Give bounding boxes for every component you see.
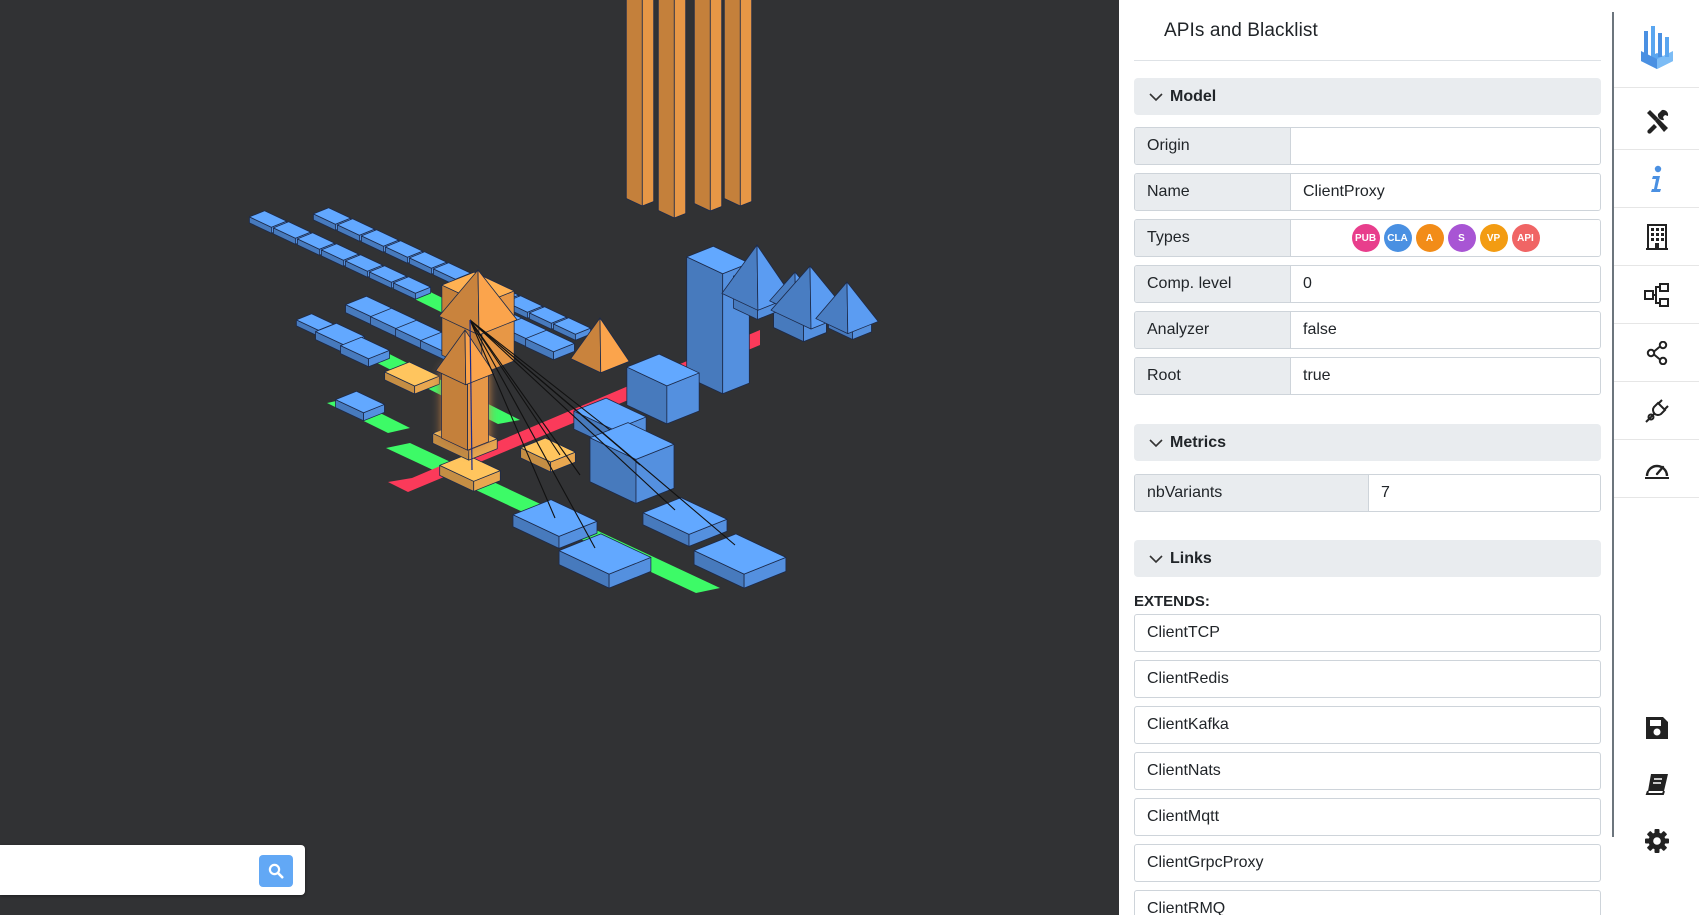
section-metrics-label: Metrics (1170, 433, 1227, 451)
row-value: 0 (1291, 266, 1600, 302)
plug-icon (1644, 398, 1669, 423)
class-building (589, 422, 675, 504)
save-icon (1645, 717, 1668, 739)
extends-link-item[interactable]: ClientGrpcProxy (1134, 844, 1601, 882)
dashboard-button[interactable] (1614, 440, 1699, 498)
chevron-down-icon (1149, 92, 1163, 101)
section-model-header[interactable]: Model (1134, 78, 1601, 115)
type-badge-a: A (1415, 224, 1444, 252)
extends-link-item[interactable]: ClientRMQ (1134, 890, 1601, 915)
model-row-root: Root true (1134, 357, 1601, 395)
api-tower (723, 0, 753, 207)
api-tower-front (625, 0, 643, 207)
app-logo[interactable] (1614, 6, 1699, 88)
docs-button[interactable] (1614, 755, 1699, 813)
settings-button[interactable] (1614, 812, 1699, 870)
city-visualization-canvas[interactable] (0, 0, 1119, 915)
building-button[interactable] (1614, 208, 1699, 266)
type-badges: PUB CLA A S VP API (1291, 220, 1600, 256)
api-tower-side (673, 0, 687, 219)
tools-button[interactable] (1614, 92, 1699, 150)
buildings-layer (248, 0, 879, 589)
type-badge-vp: VP (1479, 224, 1508, 252)
api-tower-side (641, 0, 655, 207)
row-value: ClientProxy (1291, 174, 1600, 210)
api-tower-front (723, 0, 741, 207)
row-key: nbVariants (1135, 475, 1369, 511)
api-tower (693, 0, 723, 212)
extends-link-item[interactable]: ClientMqtt (1134, 798, 1601, 836)
section-metrics-header[interactable]: Metrics (1134, 424, 1601, 461)
city-scene[interactable] (0, 0, 1119, 915)
row-key: Analyzer (1135, 312, 1291, 348)
metrics-row-nbvariants: nbVariants 7 (1134, 474, 1601, 512)
api-tower (657, 0, 687, 219)
book-icon (1645, 774, 1668, 795)
model-row-name: Name ClientProxy (1134, 173, 1601, 211)
section-links-header[interactable]: Links (1134, 540, 1601, 577)
info-button[interactable] (1614, 150, 1699, 208)
row-value: true (1291, 358, 1600, 394)
row-key: Types (1135, 220, 1291, 256)
row-key: Origin (1135, 128, 1291, 164)
share-icon (1646, 340, 1667, 365)
type-badge-s: S (1447, 224, 1476, 252)
section-model-label: Model (1170, 87, 1217, 105)
tools-icon (1646, 109, 1668, 134)
hierarchy-button[interactable] (1614, 266, 1699, 324)
share-button[interactable] (1614, 324, 1699, 382)
extends-link-item[interactable]: ClientNats (1134, 752, 1601, 790)
row-value (1291, 128, 1600, 164)
section-links-label: Links (1170, 549, 1212, 567)
extends-link-item[interactable]: ClientTCP (1134, 614, 1601, 652)
chevron-down-icon (1149, 438, 1163, 447)
speedometer-icon (1644, 464, 1669, 479)
row-key: Root (1135, 358, 1291, 394)
gear-icon (1644, 829, 1669, 853)
info-icon (1650, 165, 1661, 192)
chevron-down-icon (1149, 554, 1163, 563)
right-toolbar (1614, 0, 1699, 915)
properties-panel: APIs and Blacklist Model Origin Name Cli… (1119, 0, 1614, 915)
extends-label: EXTENDS: (1134, 593, 1210, 610)
extends-link-item[interactable]: ClientRedis (1134, 660, 1601, 698)
api-tower (625, 0, 655, 207)
class-building (642, 497, 728, 547)
search-icon (268, 863, 284, 879)
type-badge-pub: PUB (1351, 224, 1380, 252)
type-badge-cla: CLA (1383, 224, 1412, 252)
class-building (693, 533, 787, 589)
model-row-origin: Origin (1134, 127, 1601, 165)
model-row-comp-level: Comp. level 0 (1134, 265, 1601, 303)
api-tower-side (709, 0, 723, 212)
hierarchy-icon (1643, 282, 1669, 307)
row-value: false (1291, 312, 1600, 348)
api-tower-front (657, 0, 675, 219)
api-building (520, 437, 576, 473)
row-key: Name (1135, 174, 1291, 210)
model-row-types: Types PUB CLA A S VP API (1134, 219, 1601, 257)
panel-title: APIs and Blacklist (1164, 20, 1318, 41)
api-tower-front (693, 0, 711, 212)
search-button[interactable] (259, 855, 293, 887)
row-value: 7 (1369, 475, 1600, 511)
app-logo-icon (1640, 25, 1673, 69)
divider (1134, 60, 1601, 61)
api-pyramid-side (599, 317, 630, 374)
model-row-analyzer: Analyzer false (1134, 311, 1601, 349)
row-key: Comp. level (1135, 266, 1291, 302)
building-icon (1645, 223, 1668, 250)
search-input[interactable] (0, 845, 250, 895)
type-badge-api: API (1511, 224, 1540, 252)
class-pyramid-side (846, 281, 879, 335)
api-tower-side (739, 0, 753, 207)
plug-button[interactable] (1614, 382, 1699, 440)
save-button[interactable] (1614, 699, 1699, 757)
extends-link-item[interactable]: ClientKafka (1134, 706, 1601, 744)
